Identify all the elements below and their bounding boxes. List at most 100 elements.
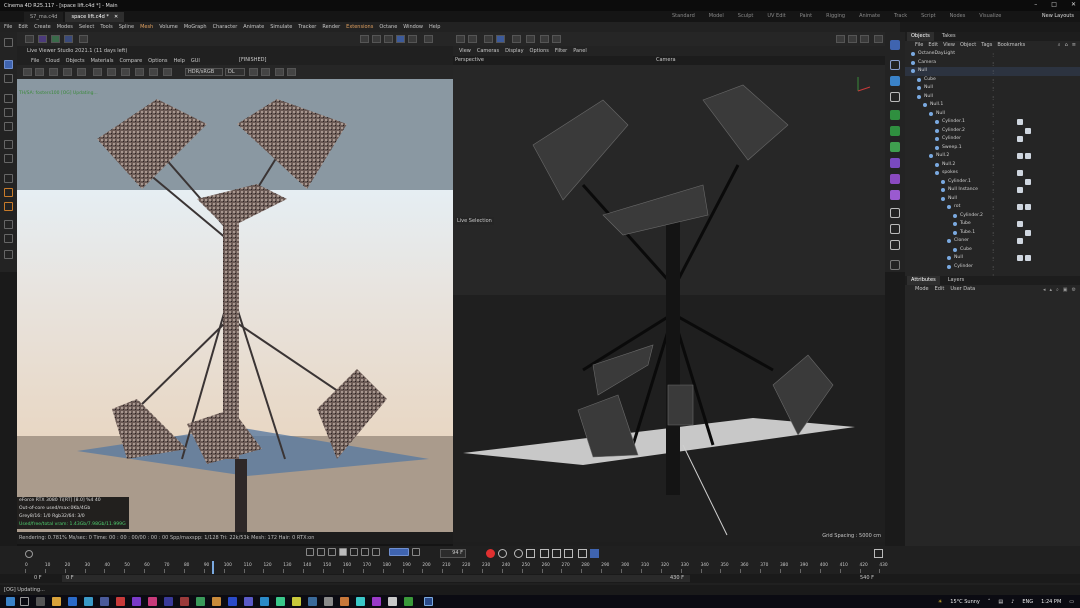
visibility-dots-icon[interactable]: ⋮ ⋮ [991, 196, 1001, 211]
phong-tag-icon[interactable] [1025, 178, 1031, 185]
visibility-dots-icon[interactable]: ⋮ ⋮ [991, 145, 1001, 160]
transform-tool-icon[interactable] [4, 140, 13, 149]
photoshop-icon[interactable] [164, 597, 173, 606]
list-item[interactable]: Null ⋮ ⋮ [905, 67, 1080, 83]
app-icon-1[interactable] [132, 597, 141, 606]
tab-layers[interactable]: Layers [944, 276, 969, 285]
menu-simulate[interactable]: Simulate [270, 22, 292, 32]
visibility-dots-icon[interactable]: ⋮ ⋮ [991, 60, 1001, 75]
edit-render-settings-icon[interactable] [860, 35, 869, 43]
phong-tag-icon[interactable] [1025, 153, 1031, 159]
visibility-dots-icon[interactable]: ⋮ ⋮ [991, 162, 1001, 177]
select-tool-icon[interactable] [4, 60, 13, 69]
layout-model[interactable]: Model [709, 11, 724, 22]
live-selection-icon[interactable] [4, 74, 13, 83]
live-viewer-menu-objects[interactable]: Objects [66, 58, 85, 64]
app-icon-13[interactable] [356, 597, 365, 606]
menu-octane[interactable]: Octane [379, 22, 397, 32]
menu-spline[interactable]: Spline [119, 22, 134, 32]
back-arrow-icon[interactable]: ◂ [1043, 287, 1046, 293]
model-mode-icon[interactable] [456, 35, 465, 43]
sound-icon[interactable] [412, 548, 420, 556]
clock[interactable]: 1:24 PM [1041, 599, 1061, 605]
maximize-icon[interactable]: □ [1051, 1, 1057, 8]
material-tag-icon[interactable] [1017, 204, 1023, 210]
polygons-mode-icon[interactable] [512, 35, 521, 43]
viewport-menu-display[interactable]: Display [505, 48, 523, 54]
material-tag-icon[interactable] [1017, 221, 1023, 227]
subsampling-icon[interactable] [149, 68, 158, 76]
tab-document-1[interactable]: S7_ma.c4d [24, 11, 64, 22]
layout-nodes[interactable]: Nodes [950, 11, 966, 22]
search-icon[interactable] [20, 597, 29, 606]
keyframe-position-icon[interactable] [526, 549, 535, 558]
home-icon[interactable]: ⌂ [1065, 42, 1068, 48]
text-icon[interactable] [890, 92, 900, 102]
material-tag-icon[interactable] [1017, 136, 1023, 142]
app-icon-2[interactable] [148, 597, 157, 606]
visibility-dots-icon[interactable]: ⋮ ⋮ [991, 85, 1001, 100]
keyframe-pla-icon[interactable] [578, 549, 587, 558]
axis-z-icon[interactable] [64, 35, 73, 43]
coordinate-icon[interactable] [79, 35, 88, 43]
menu-extensions[interactable]: Extensions [346, 22, 373, 32]
visibility-dots-icon[interactable]: ⋮ ⋮ [991, 94, 1001, 109]
store-icon[interactable] [84, 597, 93, 606]
paint-tool-icon[interactable] [4, 234, 13, 243]
viewport-menu-cameras[interactable]: Cameras [477, 48, 499, 54]
app-icon-10[interactable] [308, 597, 317, 606]
settings-icon[interactable]: ⚙ [1072, 287, 1076, 293]
visibility-dots-icon[interactable]: ⋮ ⋮ [991, 179, 1001, 194]
object-menu-tags[interactable]: Tags [981, 41, 992, 50]
visibility-dots-icon[interactable]: ⋮ ⋮ [991, 68, 1001, 83]
cloner-icon[interactable] [890, 126, 900, 136]
undo-icon[interactable] [25, 35, 34, 43]
axis-mode-icon[interactable] [526, 35, 535, 43]
snap-icon[interactable] [424, 35, 433, 43]
list-item[interactable]: Tube.1 ⋮ ⋮ [905, 229, 1080, 244]
notification-icon[interactable]: ▭ [1069, 599, 1074, 605]
tray-arrow-icon[interactable]: ˄ [988, 599, 991, 605]
app-icon-12[interactable] [340, 597, 349, 606]
phong-tag-icon[interactable] [1025, 255, 1031, 261]
clay-mode-icon[interactable] [135, 68, 144, 76]
visibility-dots-icon[interactable]: ⋮ ⋮ [991, 170, 1001, 185]
menu-window[interactable]: Window [403, 22, 423, 32]
render-settings-icon[interactable] [384, 35, 393, 43]
app-icon-14[interactable] [372, 597, 381, 606]
keyframe-rotation-icon[interactable] [540, 549, 549, 558]
layout-animate[interactable]: Animate [859, 11, 880, 22]
edges-mode-icon[interactable] [496, 35, 505, 43]
app-icon-3[interactable] [196, 597, 205, 606]
language-indicator[interactable]: ENG [1022, 599, 1033, 605]
send-scene-icon[interactable] [23, 68, 32, 76]
lock-resolution-icon[interactable] [77, 68, 86, 76]
menu-select[interactable]: Select [79, 22, 94, 32]
zoom-fit-icon[interactable] [261, 68, 270, 76]
tab-objects[interactable]: Objects [907, 32, 934, 41]
viewport-menu-panel[interactable]: Panel [573, 48, 587, 54]
app-icon-9[interactable] [292, 597, 301, 606]
phong-tag-icon[interactable] [1025, 204, 1031, 210]
visibility-dots-icon[interactable]: ⋮ ⋮ [991, 255, 1001, 270]
menu-tools[interactable]: Tools [100, 22, 112, 32]
range-slider[interactable]: 0 F 430 F [62, 575, 690, 582]
start-icon[interactable] [6, 597, 15, 606]
points-mode-icon[interactable] [484, 35, 493, 43]
list-item[interactable]: Null ⋮ ⋮ [905, 84, 1080, 100]
autokey-icon[interactable] [498, 549, 507, 558]
list-item[interactable]: Null.2 ⋮ ⋮ [905, 152, 1080, 168]
object-menu-bookmarks[interactable]: Bookmarks [997, 41, 1025, 50]
material-tag-icon[interactable] [1017, 153, 1023, 159]
layout-visualize[interactable]: Visualize [979, 11, 1001, 22]
phong-tag-icon[interactable] [1025, 229, 1031, 236]
layout-track[interactable]: Track [894, 11, 907, 22]
menu-render[interactable]: Render [322, 22, 340, 32]
app-icon-7[interactable] [260, 597, 269, 606]
list-item[interactable]: Sweep.1 ⋮ ⋮ [905, 144, 1080, 160]
light-icon[interactable] [890, 240, 900, 250]
weather-text[interactable]: 15°C Sunny [950, 599, 980, 605]
visibility-dots-icon[interactable]: ⋮ ⋮ [991, 204, 1001, 219]
list-item[interactable]: Null.2 ⋮ ⋮ [905, 161, 1080, 177]
new-layouts-button[interactable]: New Layouts [1042, 11, 1074, 22]
